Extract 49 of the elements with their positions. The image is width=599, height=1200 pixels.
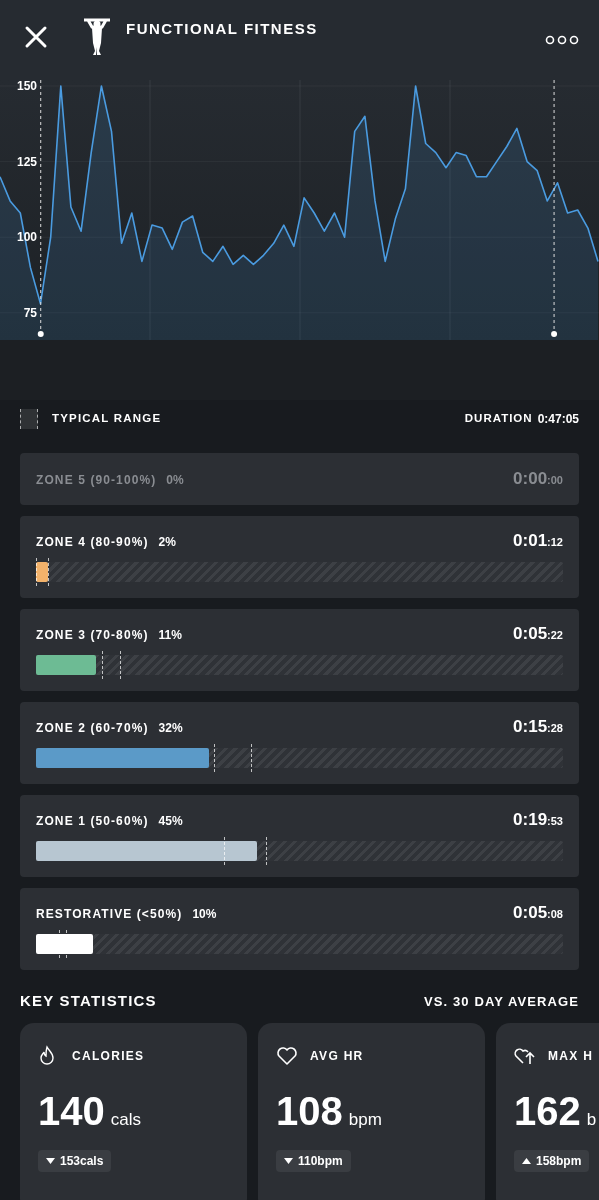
zone-name: ZONE 1 (50-60%) <box>36 813 149 830</box>
duration-label: DURATION <box>464 411 533 427</box>
section-title: KEY STATISTICS <box>20 991 157 1011</box>
zone-time: 0:15:28 <box>513 716 563 738</box>
zone-time: 0:05:08 <box>513 902 563 924</box>
typical-range-marker <box>224 836 267 865</box>
stat-value: 108 <box>276 1090 343 1131</box>
typical-range-swatch <box>20 409 38 429</box>
duration-value: 0:47:05 <box>537 411 579 428</box>
zone-percent: 2% <box>158 534 176 551</box>
zone-time: 0:00:00 <box>513 468 563 491</box>
typical-range-marker <box>59 929 67 958</box>
stat-value: 140 <box>38 1090 105 1131</box>
axis-tick-label: 75 <box>23 305 37 320</box>
average-badge: 110bpm <box>276 1150 351 1172</box>
stat-unit: b <box>586 1108 597 1131</box>
pull-up-figure-icon <box>82 17 112 57</box>
zone-name: RESTORATIVE (<50%) <box>36 906 183 923</box>
zone-name: ZONE 5 (90-100%) <box>36 472 157 490</box>
heart-icon <box>276 1044 298 1067</box>
axis-tick-label: 150 <box>16 80 37 94</box>
stat-label: MAX H <box>548 1047 594 1065</box>
legend-label: TYPICAL RANGE <box>52 411 162 427</box>
zone-name: ZONE 4 (80-90%) <box>36 534 149 551</box>
zone-percent: 0% <box>166 472 184 490</box>
more-icon[interactable] <box>545 35 579 45</box>
zone-percent: 11% <box>158 627 182 644</box>
stat-label: CALORIES <box>72 1047 145 1065</box>
zone-percent: 32% <box>158 720 183 737</box>
close-icon[interactable] <box>24 25 48 49</box>
typical-range-marker <box>101 650 122 679</box>
workout-title: FUNCTIONAL FITNESS <box>126 18 318 39</box>
zone-time: 0:19:53 <box>513 809 563 831</box>
zone-time: 0:05:22 <box>513 623 563 645</box>
comparison-label: VS. 30 DAY AVERAGE <box>424 992 579 1011</box>
zone-name: ZONE 2 (60-70%) <box>36 720 149 737</box>
zone-name: ZONE 3 (70-80%) <box>36 627 149 644</box>
typical-range-marker <box>213 743 253 772</box>
stat-unit: cals <box>110 1108 141 1131</box>
stat-label: AVG HR <box>310 1047 364 1065</box>
axis-tick-label: 125 <box>16 154 37 169</box>
zone-time: 0:01:12 <box>513 530 563 552</box>
average-badge: 153cals <box>38 1150 112 1172</box>
average-badge: 158bpm <box>514 1150 590 1172</box>
typical-range-marker <box>36 557 50 586</box>
zone-percent: 10% <box>192 906 217 923</box>
stat-value: 162 <box>514 1090 581 1131</box>
zone-percent: 45% <box>158 813 183 830</box>
stat-unit: bpm <box>348 1108 382 1131</box>
